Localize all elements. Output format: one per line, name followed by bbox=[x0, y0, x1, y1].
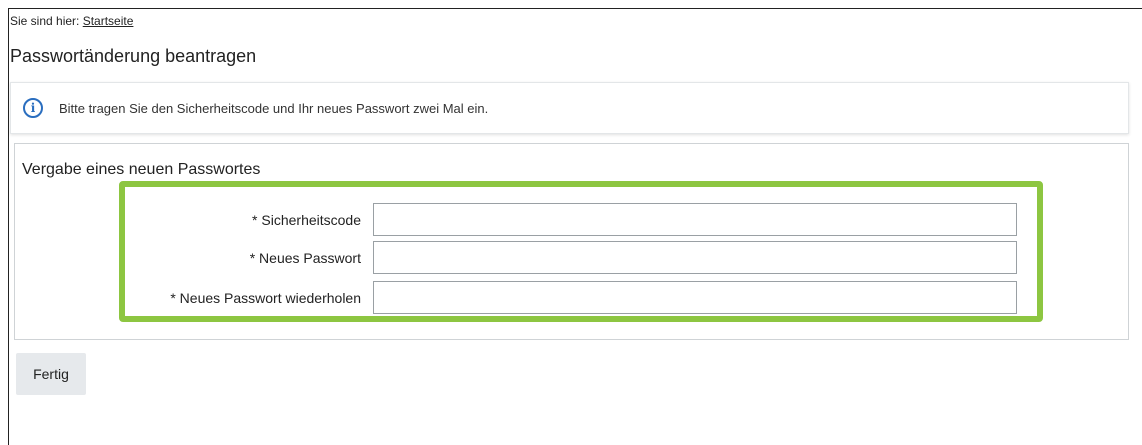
breadcrumb-link-startseite[interactable]: Startseite bbox=[83, 14, 134, 28]
form-row-new-password: * Neues Passwort bbox=[133, 241, 1017, 274]
form-row-repeat-password: * Neues Passwort wiederholen bbox=[133, 281, 1017, 314]
security-code-input[interactable] bbox=[373, 203, 1017, 236]
breadcrumb-prefix: Sie sind hier: bbox=[10, 14, 80, 28]
repeat-password-label: * Neues Passwort wiederholen bbox=[170, 289, 361, 306]
info-message: i Bitte tragen Sie den Sicherheitscode u… bbox=[10, 82, 1129, 134]
new-password-label: * Neues Passwort bbox=[249, 249, 361, 266]
info-text: Bitte tragen Sie den Sicherheitscode und… bbox=[59, 100, 489, 116]
breadcrumb: Sie sind hier: Startseite bbox=[10, 14, 133, 28]
fertig-button[interactable]: Fertig bbox=[16, 353, 86, 395]
form-row-security-code: * Sicherheitscode bbox=[133, 203, 1017, 236]
info-icon: i bbox=[23, 98, 43, 118]
section-title: Vergabe eines neuen Passwortes bbox=[22, 161, 261, 178]
password-panel: Vergabe eines neuen Passwortes * Sicherh… bbox=[14, 143, 1129, 340]
security-code-label: * Sicherheitscode bbox=[252, 211, 361, 228]
new-password-input[interactable] bbox=[373, 241, 1017, 274]
repeat-password-input[interactable] bbox=[373, 281, 1017, 314]
page-title: Passwortänderung beantragen bbox=[10, 46, 257, 66]
